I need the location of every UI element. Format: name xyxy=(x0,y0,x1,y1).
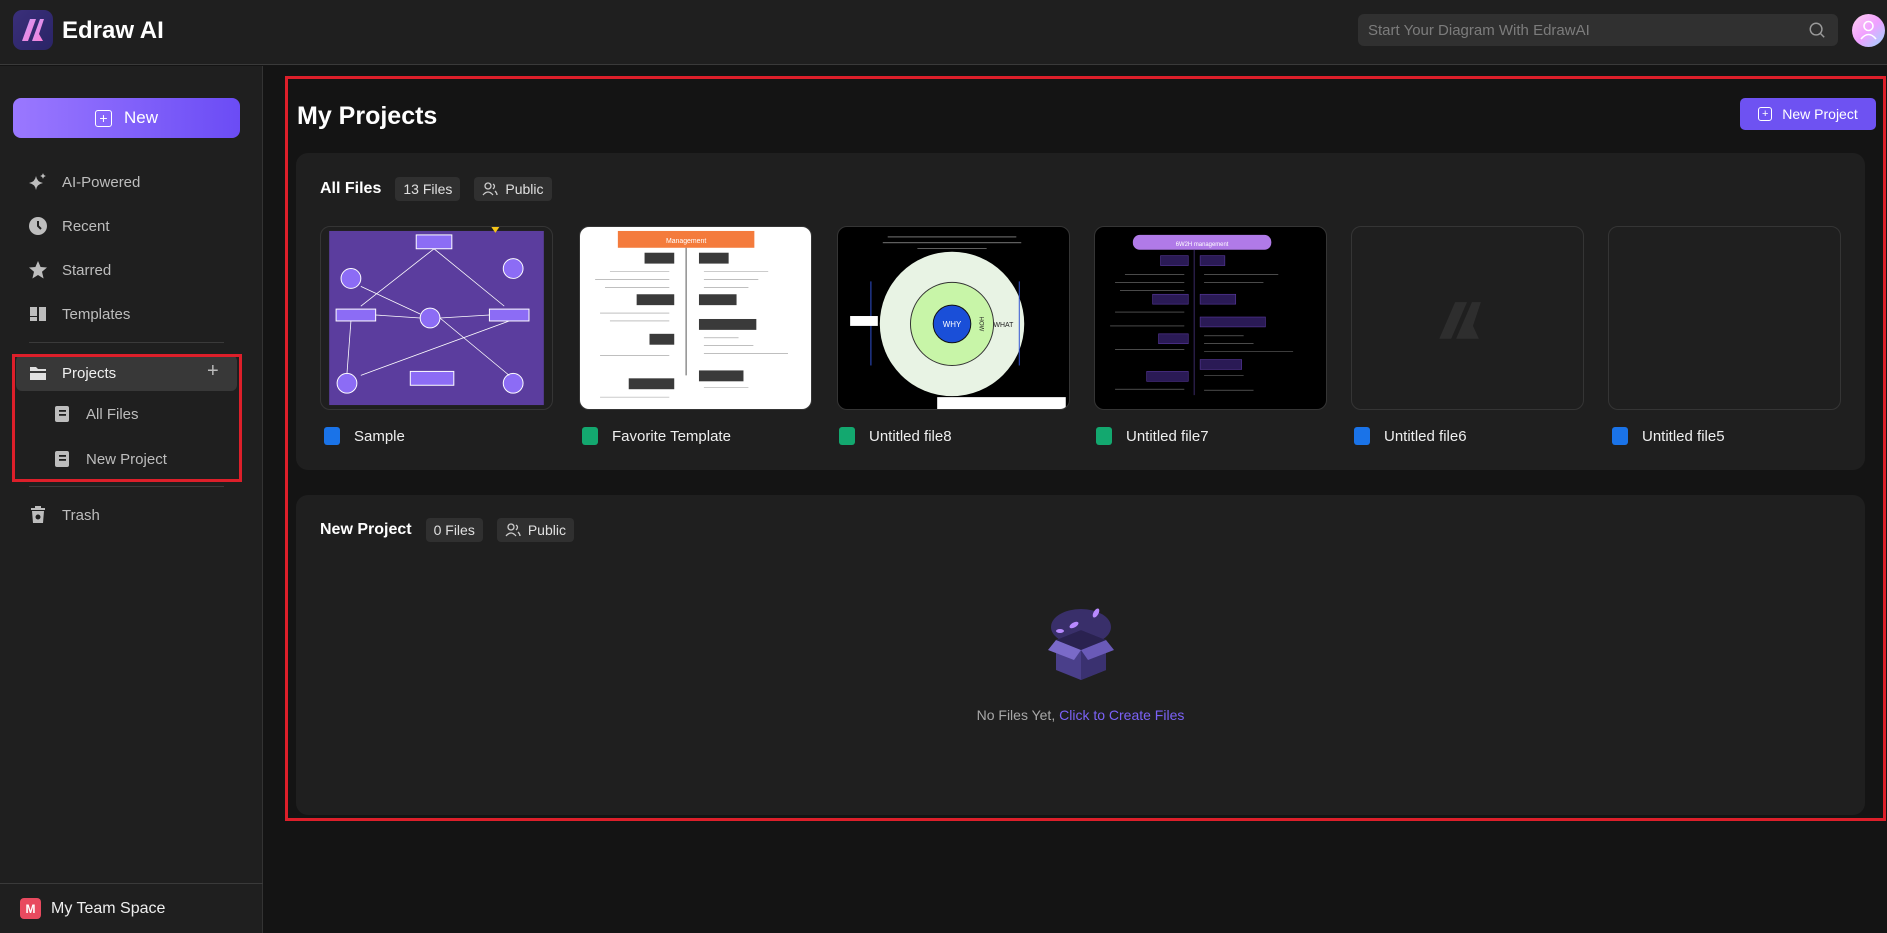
document-file-icon xyxy=(1612,427,1628,445)
section-title: All Files xyxy=(320,180,382,197)
visibility-label: Public xyxy=(527,522,566,538)
new-button-label: New xyxy=(123,108,158,127)
file-name: Untitled file6 xyxy=(1384,427,1467,445)
sidebar-item-label: AI-Powered xyxy=(62,173,141,191)
visibility-label: Public xyxy=(505,181,544,197)
plus-icon: + xyxy=(94,109,112,127)
sidebar-item-label: Projects xyxy=(62,364,117,382)
sidebar-item-label: Recent xyxy=(62,217,110,235)
edraw-logo[interactable] xyxy=(13,10,53,50)
divider xyxy=(29,486,224,487)
document-file-icon xyxy=(324,427,340,445)
file-card[interactable] xyxy=(1351,226,1584,410)
team-space-label: My Team Space xyxy=(51,899,166,917)
empty-message: No Files Yet, Click to Create Files xyxy=(296,707,1865,723)
file-name-row[interactable]: Untitled file6 xyxy=(1354,427,1467,445)
thumb-label: WHAT xyxy=(994,322,1015,329)
empty-box-icon xyxy=(1047,608,1114,680)
empty-state xyxy=(296,595,1865,690)
page-title: My Projects xyxy=(297,102,438,130)
sidebar-item-label: Trash xyxy=(62,506,100,524)
new-button[interactable]: + New xyxy=(13,98,240,138)
folder-icon xyxy=(30,367,46,380)
sidebar-item-label: New Project xyxy=(86,450,167,468)
thumb-label: HOW xyxy=(978,317,984,332)
file-card[interactable] xyxy=(1608,226,1841,410)
visibility-badge[interactable]: Public xyxy=(474,177,552,201)
sparkle-icon xyxy=(29,173,46,190)
new-project-panel: New Project 0 Files Public No Files Yet,… xyxy=(296,495,1865,815)
user-avatar[interactable] xyxy=(1852,14,1885,47)
file-count-badge: 13 Files xyxy=(395,177,461,201)
notebook-icon xyxy=(55,406,69,422)
file-name-row[interactable]: Untitled file5 xyxy=(1612,427,1725,445)
sidebar-item-templates[interactable]: Templates xyxy=(28,304,130,324)
mindmap-file-icon xyxy=(839,427,855,445)
all-files-panel: All Files 13 Files Public Management WHY… xyxy=(296,153,1865,470)
mindmap-thumbnail: 6W2H management xyxy=(1110,234,1294,396)
trash-icon xyxy=(31,506,45,523)
templates-icon xyxy=(30,307,46,321)
sidebar-item-all-files[interactable]: All Files xyxy=(52,404,139,424)
mindmap-thumbnail: Management xyxy=(595,230,788,398)
file-name-row[interactable]: Sample xyxy=(324,427,405,445)
clock-icon xyxy=(29,217,47,235)
file-count-badge: 0 Files xyxy=(425,518,483,542)
file-count: 0 Files xyxy=(433,522,475,538)
thumb-title: 6W2H management xyxy=(1176,242,1229,248)
thumb-title: Management xyxy=(666,238,706,245)
team-badge: M xyxy=(20,898,41,919)
document-file-icon xyxy=(1354,427,1370,445)
sidebar-item-label: Starred xyxy=(62,261,112,279)
file-card[interactable] xyxy=(320,226,553,410)
sidebar-item-label: Templates xyxy=(62,305,131,323)
notebook-icon xyxy=(55,451,69,467)
file-name: Untitled file7 xyxy=(1126,427,1209,445)
file-name-row[interactable]: Favorite Template xyxy=(582,427,731,445)
top-header: Edraw AI xyxy=(0,0,1887,65)
file-name: Sample xyxy=(354,427,405,445)
plus-icon: + xyxy=(1758,107,1773,121)
placeholder-logo-icon xyxy=(1439,302,1481,339)
sidebar-item-ai-powered[interactable]: AI-Powered xyxy=(28,172,140,192)
new-project-button-label: New Project xyxy=(1782,106,1858,122)
visibility-badge[interactable]: Public xyxy=(496,518,574,542)
users-icon xyxy=(505,523,521,537)
sidebar-item-recent[interactable]: Recent xyxy=(28,216,110,236)
create-files-link[interactable]: Click to Create Files xyxy=(1059,707,1184,723)
sidebar-item-label: All Files xyxy=(86,405,139,423)
file-card[interactable]: Management xyxy=(579,226,812,410)
team-space-switcher[interactable]: M My Team Space xyxy=(0,883,263,933)
file-name-row[interactable]: Untitled file8 xyxy=(839,427,952,445)
star-icon xyxy=(29,261,47,279)
file-name-row[interactable]: Untitled file7 xyxy=(1096,427,1209,445)
file-card[interactable]: WHY HOW WHAT xyxy=(837,226,1070,410)
app-name: Edraw AI xyxy=(62,17,164,44)
file-name: Favorite Template xyxy=(612,427,731,445)
section-title: New Project xyxy=(320,521,412,538)
file-name: Untitled file5 xyxy=(1642,427,1725,445)
circle-diagram-thumbnail: WHY HOW WHAT xyxy=(850,236,1066,409)
empty-text: No Files Yet, xyxy=(976,707,1056,723)
search-input[interactable] xyxy=(1358,14,1838,46)
add-project-icon[interactable]: + xyxy=(207,360,219,383)
search-icon[interactable] xyxy=(1808,21,1826,39)
file-card[interactable]: 6W2H management xyxy=(1094,226,1327,410)
divider xyxy=(29,342,224,343)
new-project-button[interactable]: + New Project xyxy=(1740,98,1876,130)
sidebar: + New AI-Powered Recent Starred Template… xyxy=(0,66,263,933)
file-name: Untitled file8 xyxy=(869,427,952,445)
sidebar-item-trash[interactable]: Trash xyxy=(28,505,100,525)
mindmap-file-icon xyxy=(1096,427,1112,445)
sidebar-item-new-project[interactable]: New Project xyxy=(52,449,167,469)
sidebar-item-starred[interactable]: Starred xyxy=(28,260,111,280)
thumb-label: WHY xyxy=(943,320,962,329)
diagram-thumbnail xyxy=(329,227,544,406)
file-count: 13 Files xyxy=(403,181,453,197)
projects-label-row[interactable]: Projects xyxy=(28,363,116,383)
users-icon xyxy=(482,182,499,196)
mindmap-file-icon xyxy=(582,427,598,445)
